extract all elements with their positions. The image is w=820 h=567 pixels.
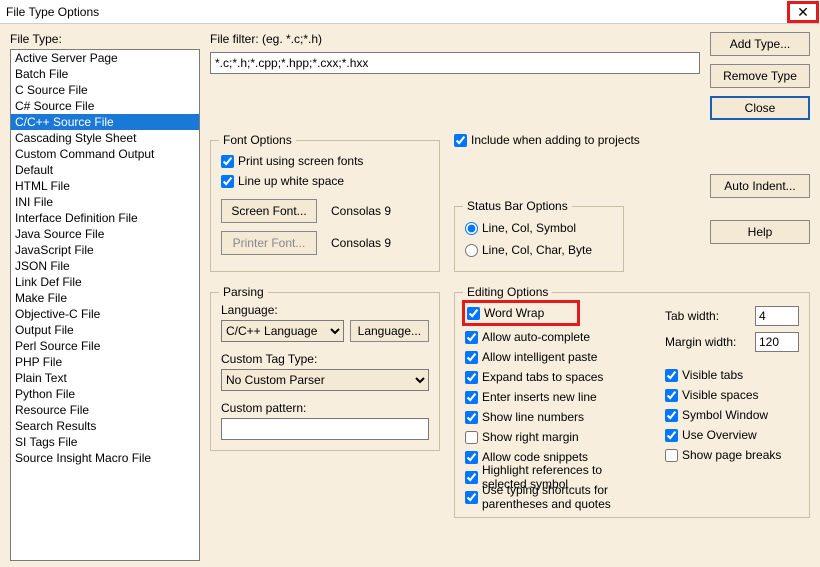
tab-width-label: Tab width: bbox=[665, 309, 749, 323]
print-screen-fonts-checkbox[interactable]: Print using screen fonts bbox=[221, 151, 429, 171]
file-type-item[interactable]: JSON File bbox=[11, 258, 199, 274]
file-filter-label: File filter: (eg. *.c;*.h) bbox=[210, 32, 700, 46]
file-type-item[interactable]: Link Def File bbox=[11, 274, 199, 290]
right-margin-checkbox[interactable]: Show right margin bbox=[465, 427, 647, 447]
screen-font-value: Consolas 9 bbox=[331, 204, 391, 218]
file-filter-input[interactable] bbox=[210, 52, 700, 74]
file-type-item[interactable]: Objective-C File bbox=[11, 306, 199, 322]
status-bar-group: Status Bar Options Line, Col, Symbol Lin… bbox=[454, 206, 624, 272]
file-type-item[interactable]: Perl Source File bbox=[11, 338, 199, 354]
symbol-window-checkbox[interactable]: Symbol Window bbox=[665, 405, 799, 425]
file-type-item[interactable]: PHP File bbox=[11, 354, 199, 370]
file-type-item[interactable]: Search Results bbox=[11, 418, 199, 434]
file-type-item[interactable]: Output File bbox=[11, 322, 199, 338]
file-type-item[interactable]: Batch File bbox=[11, 66, 199, 82]
language-label: Language: bbox=[221, 303, 429, 317]
close-button[interactable]: Close bbox=[710, 96, 810, 120]
status-line-col-symbol-radio[interactable]: Line, Col, Symbol bbox=[465, 217, 613, 239]
file-type-item[interactable]: SI Tags File bbox=[11, 434, 199, 450]
close-icon: ✕ bbox=[797, 5, 809, 19]
intelligent-paste-checkbox[interactable]: Allow intelligent paste bbox=[465, 347, 647, 367]
file-type-item[interactable]: Plain Text bbox=[11, 370, 199, 386]
file-type-item[interactable]: Default bbox=[11, 162, 199, 178]
file-type-item[interactable]: Interface Definition File bbox=[11, 210, 199, 226]
language-select[interactable]: C/C++ Language bbox=[221, 320, 344, 342]
margin-width-label: Margin width: bbox=[665, 335, 749, 349]
file-type-item[interactable]: Custom Command Output bbox=[11, 146, 199, 162]
file-type-item[interactable]: C/C++ Source File bbox=[11, 114, 199, 130]
printer-font-value: Consolas 9 bbox=[331, 236, 391, 250]
file-type-label: File Type: bbox=[10, 32, 200, 46]
font-options-title: Font Options bbox=[219, 133, 296, 147]
status-line-col-char-byte-radio[interactable]: Line, Col, Char, Byte bbox=[465, 239, 613, 261]
visible-tabs-checkbox[interactable]: Visible tabs bbox=[665, 365, 799, 385]
auto-complete-checkbox[interactable]: Allow auto-complete bbox=[465, 327, 647, 347]
printer-font-button[interactable]: Printer Font... bbox=[221, 231, 317, 255]
page-breaks-checkbox[interactable]: Show page breaks bbox=[665, 445, 799, 465]
file-type-item[interactable]: INI File bbox=[11, 194, 199, 210]
font-options-group: Font Options Print using screen fonts Li… bbox=[210, 140, 440, 272]
file-type-item[interactable]: Python File bbox=[11, 386, 199, 402]
include-projects-checkbox[interactable]: Include when adding to projects bbox=[454, 130, 640, 150]
tab-width-input[interactable] bbox=[755, 306, 799, 326]
margin-width-input[interactable] bbox=[755, 332, 799, 352]
file-type-item[interactable]: C# Source File bbox=[11, 98, 199, 114]
file-type-item[interactable]: C Source File bbox=[11, 82, 199, 98]
file-type-item[interactable]: Make File bbox=[11, 290, 199, 306]
window-close-button[interactable]: ✕ bbox=[787, 1, 819, 23]
custom-tag-label: Custom Tag Type: bbox=[221, 352, 429, 366]
parsing-group: Parsing Language: C/C++ Language Languag… bbox=[210, 292, 440, 451]
use-overview-checkbox[interactable]: Use Overview bbox=[665, 425, 799, 445]
add-type-button[interactable]: Add Type... bbox=[710, 32, 810, 56]
file-type-item[interactable]: Source Insight Macro File bbox=[11, 450, 199, 466]
file-type-item[interactable]: HTML File bbox=[11, 178, 199, 194]
language-button[interactable]: Language... bbox=[350, 320, 429, 342]
screen-font-button[interactable]: Screen Font... bbox=[221, 199, 317, 223]
file-type-item[interactable]: Cascading Style Sheet bbox=[11, 130, 199, 146]
line-numbers-checkbox[interactable]: Show line numbers bbox=[465, 407, 647, 427]
enter-inserts-checkbox[interactable]: Enter inserts new line bbox=[465, 387, 647, 407]
editing-options-title: Editing Options bbox=[463, 285, 552, 299]
expand-tabs-checkbox[interactable]: Expand tabs to spaces bbox=[465, 367, 647, 387]
visible-spaces-checkbox[interactable]: Visible spaces bbox=[665, 385, 799, 405]
file-type-item[interactable]: Java Source File bbox=[11, 226, 199, 242]
custom-pattern-input[interactable] bbox=[221, 418, 429, 440]
file-type-list[interactable]: Active Server PageBatch FileC Source Fil… bbox=[10, 49, 200, 561]
custom-tag-select[interactable]: No Custom Parser bbox=[221, 369, 429, 391]
help-button[interactable]: Help bbox=[710, 220, 810, 244]
editing-options-group: Editing Options Word Wrap Allow auto-com… bbox=[454, 292, 810, 518]
status-bar-title: Status Bar Options bbox=[463, 199, 572, 213]
window-title: File Type Options bbox=[6, 5, 99, 19]
remove-type-button[interactable]: Remove Type bbox=[710, 64, 810, 88]
file-type-item[interactable]: JavaScript File bbox=[11, 242, 199, 258]
word-wrap-checkbox[interactable]: Word Wrap bbox=[467, 303, 571, 323]
parsing-title: Parsing bbox=[219, 285, 268, 299]
file-type-item[interactable]: Active Server Page bbox=[11, 50, 199, 66]
file-type-item[interactable]: Resource File bbox=[11, 402, 199, 418]
custom-pattern-label: Custom pattern: bbox=[221, 401, 429, 415]
auto-indent-button[interactable]: Auto Indent... bbox=[710, 174, 810, 198]
lineup-whitespace-checkbox[interactable]: Line up white space bbox=[221, 171, 429, 191]
typing-shortcuts-checkbox[interactable]: Use typing shortcuts for parentheses and… bbox=[465, 487, 647, 507]
